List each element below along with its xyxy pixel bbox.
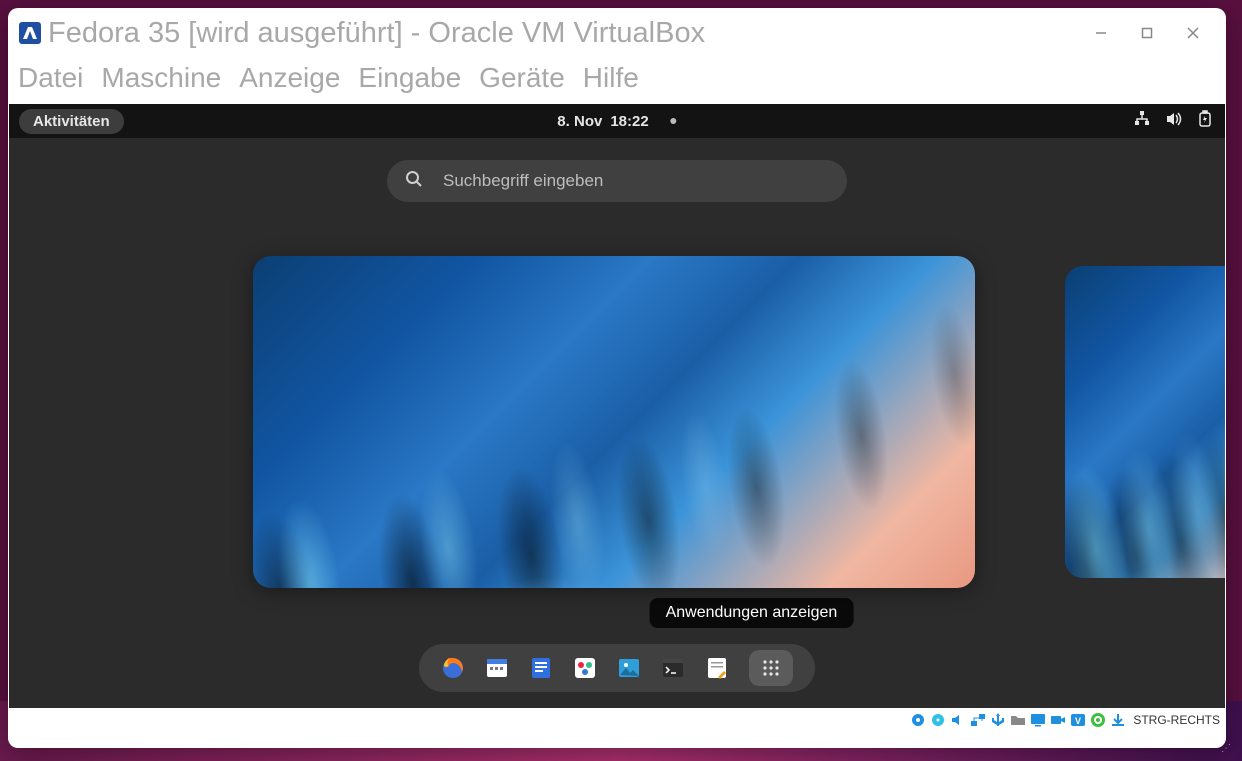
- menu-datei[interactable]: Datei: [18, 62, 83, 94]
- hostkey-label: STRG-RECHTS: [1133, 713, 1220, 727]
- search-placeholder: Suchbegriff eingeben: [443, 171, 603, 191]
- workspace-thumbnail-1[interactable]: [253, 256, 975, 588]
- notification-dot-icon: [671, 118, 677, 124]
- maximize-button[interactable]: [1124, 13, 1170, 53]
- show-apps-button[interactable]: [749, 650, 793, 686]
- resize-grip-icon[interactable]: ⋰: [1221, 747, 1230, 751]
- guest-display[interactable]: Aktivitäten 8. Nov 18:22: [9, 104, 1225, 708]
- dash: [419, 644, 815, 692]
- text-editor-icon[interactable]: [705, 656, 729, 680]
- guest-additions-icon[interactable]: [1089, 711, 1107, 729]
- usb-icon[interactable]: [989, 711, 1007, 729]
- volume-icon: [1165, 110, 1183, 132]
- firefox-icon[interactable]: [441, 656, 465, 680]
- svg-text:V: V: [1075, 716, 1081, 726]
- photos-icon[interactable]: [617, 656, 641, 680]
- harddisk-icon[interactable]: [909, 711, 927, 729]
- vrde-icon[interactable]: V: [1069, 711, 1087, 729]
- search-icon: [405, 170, 423, 193]
- menu-geraete[interactable]: Geräte: [479, 62, 565, 94]
- clock-time: 18:22: [610, 113, 648, 130]
- audio-icon[interactable]: [949, 711, 967, 729]
- menu-anzeige[interactable]: Anzeige: [239, 62, 340, 94]
- menubar: Datei Maschine Anzeige Eingabe Geräte Hi…: [8, 58, 1226, 104]
- network-icon: [1133, 110, 1151, 132]
- workspace-thumbnail-2[interactable]: [1065, 266, 1225, 578]
- software-icon[interactable]: [573, 656, 597, 680]
- hostkey-state-icon[interactable]: [1109, 711, 1127, 729]
- virtualbox-icon: [18, 21, 42, 45]
- files-icon[interactable]: [529, 656, 553, 680]
- close-button[interactable]: [1170, 13, 1216, 53]
- search-input[interactable]: Suchbegriff eingeben: [387, 160, 847, 202]
- display-icon[interactable]: [1029, 711, 1047, 729]
- clock-date: 8. Nov: [557, 113, 602, 130]
- menu-maschine[interactable]: Maschine: [101, 62, 221, 94]
- clock[interactable]: 8. Nov 18:22: [557, 113, 676, 130]
- virtualbox-statusbar: V STRG-RECHTS: [8, 708, 1226, 732]
- activities-button[interactable]: Aktivitäten: [19, 109, 124, 134]
- shared-folder-icon[interactable]: [1009, 711, 1027, 729]
- network-status-icon[interactable]: [969, 711, 987, 729]
- battery-icon: [1197, 110, 1213, 132]
- window-title: Fedora 35 [wird ausgeführt] - Oracle VM …: [48, 17, 705, 50]
- optical-icon[interactable]: [929, 711, 947, 729]
- system-tray[interactable]: [1133, 110, 1213, 132]
- virtualbox-window: Fedora 35 [wird ausgeführt] - Oracle VM …: [8, 8, 1226, 748]
- gnome-topbar: Aktivitäten 8. Nov 18:22: [9, 104, 1225, 138]
- menu-eingabe[interactable]: Eingabe: [358, 62, 461, 94]
- calendar-icon[interactable]: [485, 656, 509, 680]
- terminal-icon[interactable]: [661, 656, 685, 680]
- titlebar[interactable]: Fedora 35 [wird ausgeführt] - Oracle VM …: [8, 8, 1226, 58]
- minimize-button[interactable]: [1078, 13, 1124, 53]
- menu-hilfe[interactable]: Hilfe: [583, 62, 639, 94]
- recording-icon[interactable]: [1049, 711, 1067, 729]
- tooltip: Anwendungen anzeigen: [650, 598, 854, 628]
